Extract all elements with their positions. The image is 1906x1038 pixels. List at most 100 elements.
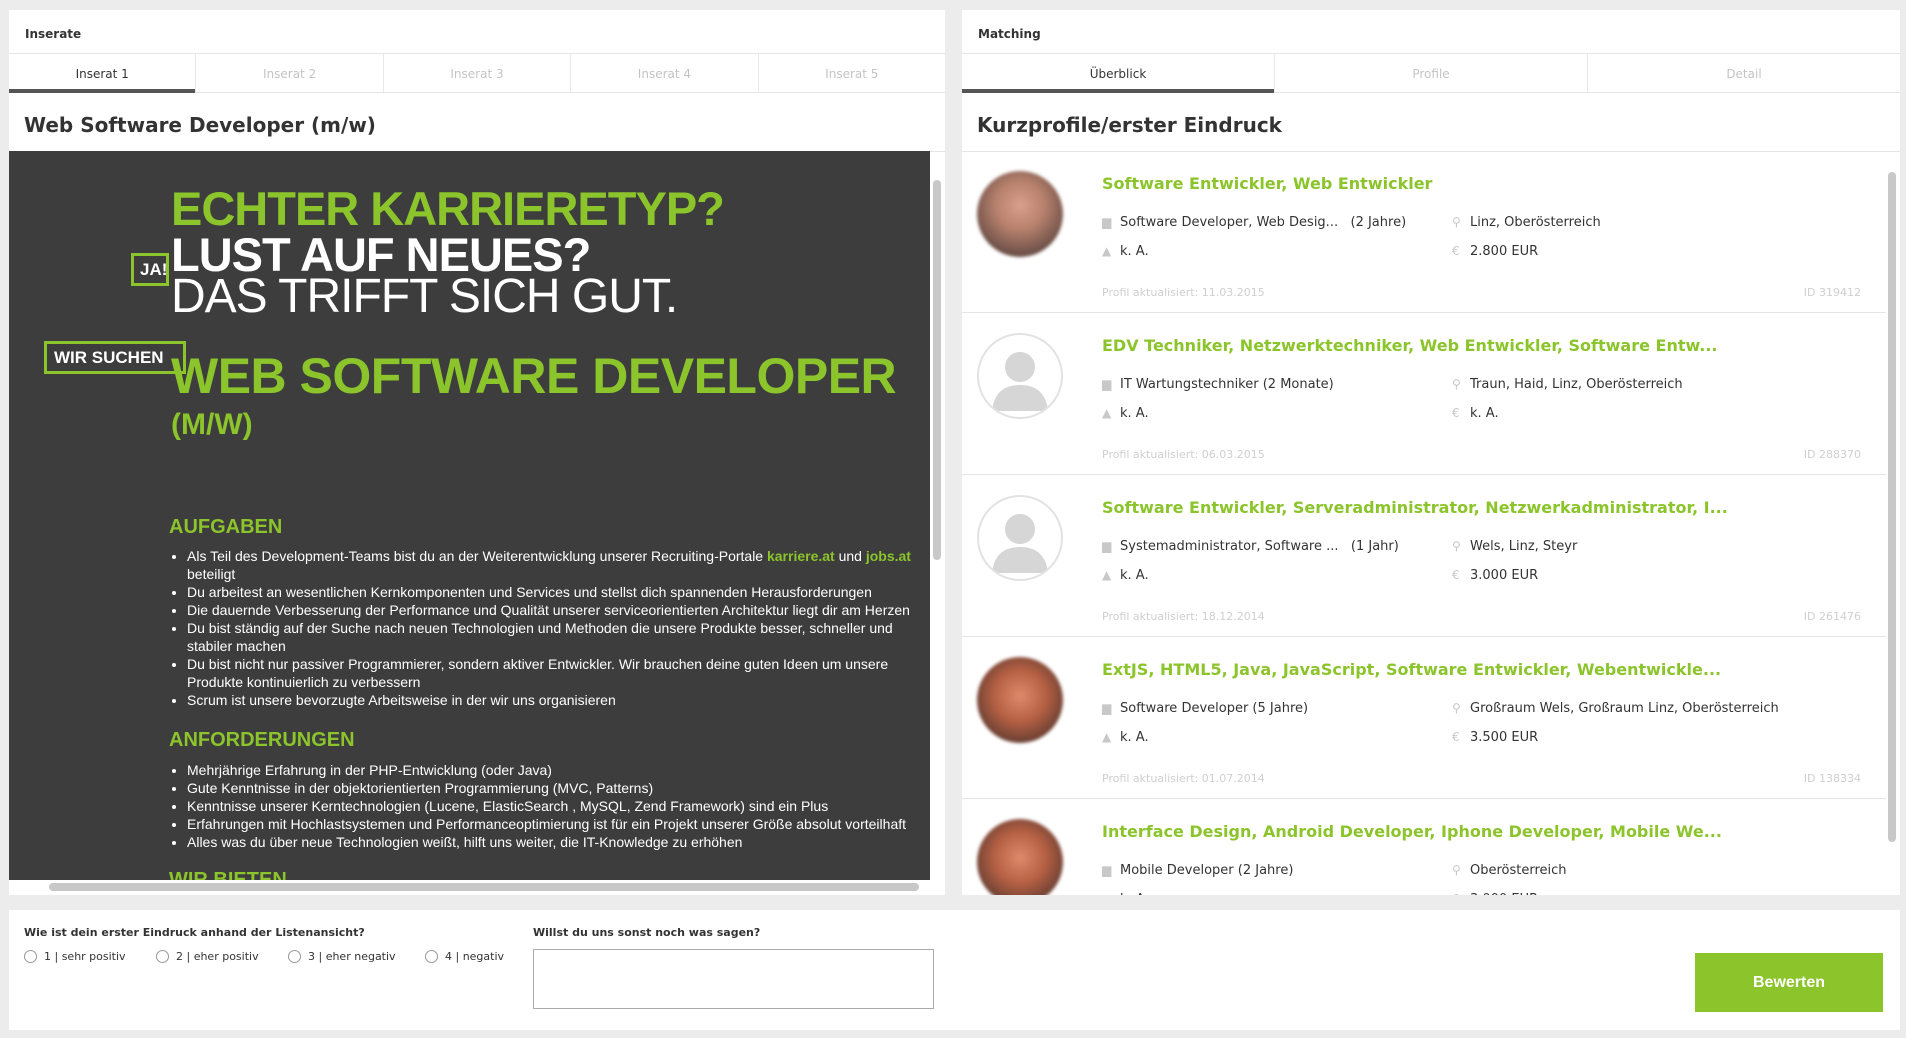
ad-requirement-item: Gute Kenntnisse in der objektorientierte… [187,779,927,797]
ad-requirement-item: Erfahrungen mit Hochlastsystemen und Per… [187,815,927,833]
profile-updated: Profil aktualisiert: 01.07.2014 [1102,772,1265,785]
profile-salary: €2.800 EUR [1452,244,1539,259]
tab-ueberblick[interactable]: Überblick [962,54,1275,93]
karriere-link[interactable]: karriere.at [767,548,835,564]
profile-location: ⚲ Großraum Wels, Großraum Linz, Oberöster… [1452,701,1779,716]
tab-inserat-2[interactable]: Inserat 2 [196,54,384,92]
feedback-question: Willst du uns sonst noch was sagen? [533,926,761,939]
ad-section-wir-bieten: WIR BIETEN [169,869,287,880]
ad-tasks-list: Als Teil des Development-Teams bist du a… [187,547,927,709]
profile-education: ▲k. A. [1102,568,1149,583]
profile-card[interactable]: Interface Design, Android Developer, Iph… [962,799,1886,895]
ad-requirement-item: Kenntnisse unserer Kerntechnologien (Luc… [187,797,927,815]
avatar [977,333,1063,419]
profile-card[interactable]: EDV Techniker, Netzwerktechniker, Web En… [962,313,1886,475]
ad-ja-tag: JA! [131,253,169,286]
briefcase-icon: ▆ [1102,701,1112,715]
briefcase-icon: ▆ [1102,215,1112,229]
graduation-cap-icon: ▲ [1102,568,1112,582]
profile-list-scrollbar[interactable] [1888,172,1896,842]
profile-title[interactable]: Software Entwickler, Web Entwickler [1102,174,1432,193]
ad-task-item: Du bist nicht nur passiver Programmierer… [187,655,927,691]
graduation-cap-icon: ▲ [1102,892,1120,895]
ad-task-item: Als Teil des Development-Teams bist du a… [187,547,927,583]
ad-vertical-scrollbar[interactable] [933,180,941,560]
profile-education: ▲k. A. [1102,244,1149,259]
ad-headline-3: DAS TRIFFT SICH GUT. [171,270,678,323]
ad-requirements-list: Mehrjährige Erfahrung in der PHP-Entwick… [187,761,927,851]
profile-card[interactable]: Software Entwickler, Web Entwickler ▆ Soft… [962,151,1886,313]
jobs-link[interactable]: jobs.at [866,548,911,564]
ad-requirement-item: Alles was du über neue Technologien weiß… [187,833,927,851]
graduation-cap-icon: ▲ [1102,406,1112,420]
profile-salary: €3.000 EUR [1452,892,1538,895]
location-pin-icon: ⚲ [1452,377,1461,391]
ad-job-title: WEB SOFTWARE DEVELOPER [171,348,897,404]
tab-profile[interactable]: Profile [1275,54,1588,92]
briefcase-icon: ▆ [1102,539,1112,553]
profile-card[interactable]: ExtJS, HTML5, Java, JavaScript, Software… [962,637,1886,799]
location-pin-icon: ⚲ [1452,701,1461,715]
tab-inserat-3[interactable]: Inserat 3 [384,54,572,92]
tab-inserat-1[interactable]: Inserat 1 [9,54,197,93]
euro-icon: € [1452,892,1470,895]
tab-inserat-4[interactable]: Inserat 4 [571,54,759,92]
ad-task-item: Du bist ständig auf der Suche nach neuen… [187,619,927,655]
profile-location: ⚲ Linz, Oberösterreich [1452,215,1601,230]
profile-title[interactable]: EDV Techniker, Netzwerktechniker, Web En… [1102,336,1717,355]
location-pin-icon: ⚲ [1452,863,1461,877]
graduation-cap-icon: ▲ [1102,730,1112,744]
profile-job: ▆ Systemadministrator, Software ... (1 Ja… [1102,539,1399,554]
radio-eher-positiv[interactable]: 2 | eher positiv [156,950,259,963]
profile-job: ▆ IT Wartungstechniker (2 Monate) [1102,377,1334,392]
feedback-textarea[interactable] [533,949,934,1009]
avatar [977,819,1063,895]
ad-task-item: Scrum ist unsere bevorzugte Arbeitsweise… [187,691,927,709]
radio-circle-icon[interactable] [24,950,37,963]
location-pin-icon: ⚲ [1452,215,1461,229]
ad-horizontal-scrollbar[interactable] [49,883,919,891]
profile-title[interactable]: Interface Design, Android Developer, Iph… [1102,822,1722,841]
radio-circle-icon[interactable] [288,950,301,963]
profile-id: ID 138334 [1803,772,1861,785]
profile-job: ▆ Mobile Developer (2 Jahre) [1102,863,1294,878]
profile-job: ▆ Software Developer (5 Jahre) [1102,701,1309,716]
profile-location: ⚲ Oberösterreich [1452,863,1567,878]
ad-section-anforderungen: ANFORDERUNGEN [169,729,355,751]
avatar [977,171,1063,257]
profile-id: ID 261476 [1803,610,1861,623]
impression-question: Wie ist dein erster Eindruck anhand der … [24,926,365,939]
ad-wir-suchen-tag: WIR SUCHEN [44,341,186,374]
rating-bar: Wie ist dein erster Eindruck anhand der … [9,910,1900,1030]
ad-job-gender: (M/W) [171,408,253,441]
profile-list: Software Entwickler, Web Entwickler ▆ Soft… [962,151,1886,895]
tab-detail[interactable]: Detail [1588,54,1900,92]
profile-updated: Profil aktualisiert: 06.03.2015 [1102,448,1265,461]
person-silhouette-icon [992,514,1048,573]
profile-education: ▲k. A. [1102,892,1149,895]
profile-updated: Profil aktualisiert: 11.03.2015 [1102,286,1265,299]
briefcase-icon: ▆ [1102,377,1112,391]
inserate-tabs: Inserat 1 Inserat 2 Inserat 3 Inserat 4 … [9,54,945,93]
ad-task-item: Du arbeitest an wesentlichen Kernkompone… [187,583,927,601]
profile-education: ▲k. A. [1102,730,1149,745]
radio-circle-icon[interactable] [156,950,169,963]
profile-id: ID 288370 [1803,448,1861,461]
tab-inserat-5[interactable]: Inserat 5 [759,54,945,92]
bewerten-button[interactable]: Bewerten [1695,953,1883,1012]
radio-negativ[interactable]: 4 | negativ [425,950,504,963]
profile-job: ▆ Software Developer, Web Desig... (2 Jah… [1102,215,1407,230]
profile-title[interactable]: Software Entwickler, Serveradministrator… [1102,498,1728,517]
inserat-title: Web Software Developer (m/w) [9,93,945,152]
profile-card[interactable]: Software Entwickler, Serveradministrator… [962,475,1886,637]
radio-eher-negativ[interactable]: 3 | eher negativ [288,950,396,963]
briefcase-icon: ▆ [1102,863,1112,877]
person-silhouette-icon [992,352,1048,411]
matching-panel: Matching Überblick Profile Detail Kurzpr… [962,10,1900,895]
radio-sehr-positiv[interactable]: 1 | sehr positiv [24,950,126,963]
profile-title[interactable]: ExtJS, HTML5, Java, JavaScript, Software… [1102,660,1721,679]
euro-icon: € [1452,568,1460,582]
euro-icon: € [1452,730,1460,744]
profile-salary: € k. A. [1452,406,1499,421]
radio-circle-icon[interactable] [425,950,438,963]
